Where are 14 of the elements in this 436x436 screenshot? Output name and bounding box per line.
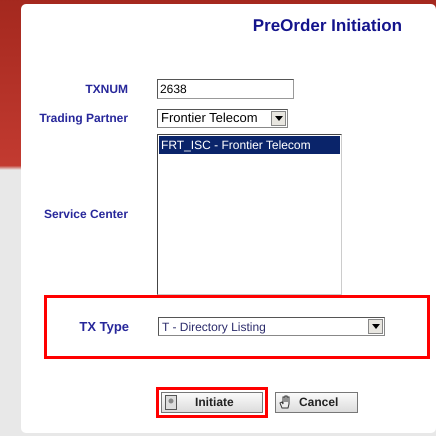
initiate-button[interactable]: Initiate — [161, 392, 263, 412]
list-option[interactable]: FRT_ISC - Frontier Telecom — [159, 136, 340, 154]
service-center-listbox[interactable]: FRT_ISC - Frontier Telecom — [157, 134, 342, 294]
dialog-title: PreOrder Initiation — [252, 15, 402, 37]
txnum-field[interactable]: 2638 — [157, 78, 294, 98]
dropdown-field[interactable]: T - Directory Listing — [158, 317, 385, 336]
field-label: Trading Partner — [39, 110, 128, 127]
field-label: TX Type — [79, 318, 129, 336]
field-label: TXNUM — [85, 80, 128, 98]
cancel-button[interactable]: Cancel — [275, 392, 358, 412]
hand-icon — [279, 395, 291, 409]
document-icon — [165, 394, 177, 410]
dropdown-field[interactable]: Frontier Telecom — [157, 108, 288, 128]
field-label: Service Center — [44, 206, 128, 223]
